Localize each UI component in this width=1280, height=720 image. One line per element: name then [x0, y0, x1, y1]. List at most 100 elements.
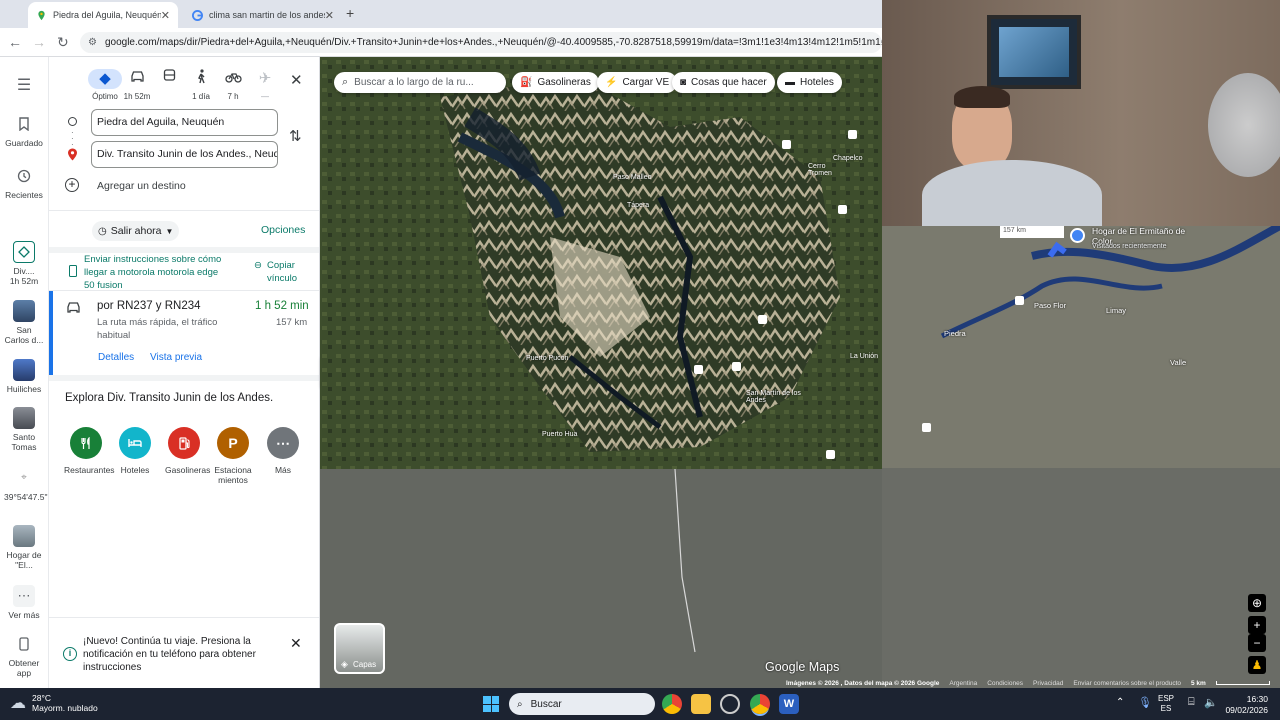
rail-place-san-carlos[interactable]: San Carlos d... [0, 300, 48, 345]
route-details-link[interactable]: Detalles [98, 352, 134, 363]
rail-directions[interactable]: Div.... 1h 52m [0, 241, 48, 286]
my-location-button[interactable]: ⊕ [1248, 594, 1266, 612]
rail-more[interactable]: ⋯ Ver más [0, 585, 48, 620]
rail-recents[interactable]: Recientes [0, 165, 48, 200]
close-notice-icon[interactable]: ✕ [290, 635, 302, 652]
poi-marker[interactable] [732, 362, 741, 371]
footer-terms-link[interactable]: Condiciones [987, 680, 1023, 687]
pegman-button[interactable]: ♟ [1248, 656, 1266, 674]
layers-button[interactable]: ◈ Capas [334, 623, 385, 674]
destination-input[interactable]: Div. Transito Junin de los Andes., Neuqu… [91, 141, 278, 168]
mode-car[interactable]: 1h 52m [120, 69, 154, 101]
rail-place-huiliches[interactable]: Huiliches [0, 359, 48, 394]
footer-privacy-link[interactable]: Privacidad [1033, 680, 1063, 687]
zoom-out-button[interactable]: − [1248, 634, 1266, 652]
footer-feedback-link[interactable]: Enviar comentarios sobre el producto [1073, 680, 1181, 687]
close-tab-icon[interactable]: ✕ [325, 9, 334, 22]
chip-ev-charging[interactable]: ⚡ Cargar VE [597, 72, 678, 93]
gas-icon: ⛽ [520, 77, 533, 88]
rail-label: Recientes [5, 190, 43, 200]
car-icon [120, 69, 154, 89]
start-button[interactable] [483, 696, 499, 712]
route-preview-link[interactable]: Vista previa [150, 352, 202, 363]
poi-marker[interactable] [826, 450, 835, 459]
forward-icon[interactable]: → [32, 34, 46, 50]
chip-things-to-do[interactable]: ◙ Cosas que hacer [672, 72, 775, 93]
poi-marker[interactable] [848, 130, 857, 139]
poi-marker[interactable] [782, 140, 791, 149]
mic-icon[interactable]: 🎙 [1138, 696, 1152, 709]
origin-dot-icon [68, 117, 77, 126]
network-icon[interactable]: ⌸ [1188, 696, 1195, 709]
rail-place-hogar[interactable]: Hogar de "El... [0, 525, 48, 570]
new-tab-icon[interactable]: + [346, 5, 354, 21]
category-more[interactable]: ⋯ Más [261, 427, 305, 475]
poi-marker[interactable] [922, 423, 931, 432]
tab-directions[interactable]: Piedra del Aguila, Neuquén a Div. ✕ [28, 2, 178, 28]
category-restaurants[interactable]: Restaurantes [64, 427, 115, 475]
map-label: Tápera [627, 202, 650, 209]
send-to-phone-link[interactable]: Enviar instrucciones sobre cómo llegar a… [84, 253, 230, 292]
chrome-icon[interactable] [750, 694, 770, 714]
chip-gas-stations[interactable]: ⛽ Gasolineras [512, 72, 599, 93]
taskbar-search[interactable]: ⌕ Buscar [509, 693, 655, 715]
mode-flight[interactable]: ✈ — [248, 69, 282, 101]
chip-hotels[interactable]: ▬ Hoteles [777, 72, 842, 93]
url-text: google.com/maps/dir/Piedra+del+Aguila,+N… [104, 37, 882, 48]
language-indicator[interactable]: ESP ES [1158, 694, 1174, 714]
rail-place-coordinates[interactable]: ⌖ 39°54'47.5"N... [0, 467, 61, 502]
bookmark-icon [13, 113, 35, 135]
poi-marker[interactable] [838, 205, 847, 214]
rail-label: San Carlos d... [4, 325, 44, 345]
file-explorer-icon[interactable] [691, 694, 711, 714]
hotel-icon [119, 427, 151, 459]
bike-icon [216, 69, 250, 89]
volume-icon[interactable]: 🔈 [1204, 696, 1218, 709]
rail-get-app[interactable]: Obtener app [0, 633, 48, 678]
satellite-map[interactable]: Paso Malleo Cerro Tromen Tápera Chapelco… [320, 57, 882, 688]
close-directions-icon[interactable]: ✕ [290, 71, 303, 89]
mode-best[interactable]: ◆ Óptimo [88, 69, 122, 101]
category-parking[interactable]: P Estacionamientos [211, 427, 255, 485]
poi-marker[interactable] [758, 315, 767, 324]
route-name[interactable]: por RN237 y RN234 [97, 300, 201, 312]
origin-input[interactable]: Piedra del Aguila, Neuquén [91, 109, 278, 136]
poi-marker[interactable] [1015, 296, 1024, 305]
mode-transit[interactable] [152, 69, 186, 92]
options-button[interactable]: Opciones [261, 224, 305, 236]
tab-weather[interactable]: clima san martin de los andes - ✕ [184, 2, 342, 28]
add-destination-button[interactable]: Agregar un destino [97, 180, 186, 192]
site-info-icon[interactable]: ⚙ [88, 37, 97, 48]
more-icon: ⋯ [13, 585, 35, 607]
tab-title: Piedra del Aguila, Neuquén a Div. [53, 10, 161, 20]
menu-button[interactable]: ☰ [0, 75, 48, 100]
reload-icon[interactable]: ↻ [57, 34, 69, 51]
phone-icon [13, 633, 35, 655]
copy-link-button[interactable]: ⊖ Copiar vínculo [254, 259, 314, 285]
add-destination-icon[interactable]: + [65, 178, 79, 192]
tray-chevron-icon[interactable]: ⌃ [1116, 697, 1124, 708]
depart-now-dropdown[interactable]: ◷ Salir ahora ▼ [92, 221, 180, 241]
rail-label: Guardado [5, 138, 43, 148]
clock[interactable]: 16:30 09/02/2026 [1224, 694, 1268, 716]
route-search-input[interactable]: ⌕ Buscar a lo largo de la ru... [334, 72, 506, 93]
mode-bike[interactable]: 7 h [216, 69, 250, 101]
rail-saved[interactable]: Guardado [0, 113, 48, 148]
category-gas[interactable]: Gasolineras [162, 427, 210, 475]
mode-walk[interactable]: 1 día [184, 69, 218, 101]
footer-country[interactable]: Argentina [949, 680, 977, 687]
weather-widget[interactable]: ☁ 28°C Mayorm. nublado [10, 693, 98, 713]
chrome-icon[interactable] [662, 694, 682, 714]
chip-label: Hoteles [800, 77, 834, 88]
app-icon[interactable] [720, 694, 740, 714]
category-hotels[interactable]: Hoteles [113, 427, 157, 475]
url-field[interactable]: ⚙ google.com/maps/dir/Piedra+del+Aguila,… [80, 32, 882, 53]
copy-link-label: Copiar vínculo [266, 260, 298, 284]
zoom-in-button[interactable]: + [1248, 616, 1266, 634]
back-icon[interactable]: ← [8, 34, 22, 50]
close-tab-icon[interactable]: ✕ [161, 9, 170, 22]
poi-marker[interactable] [694, 365, 703, 374]
word-icon[interactable]: W [779, 694, 799, 714]
rail-place-santo-tomas[interactable]: Santo Tomas [0, 407, 48, 452]
swap-icon[interactable]: ⇅ [289, 127, 302, 145]
